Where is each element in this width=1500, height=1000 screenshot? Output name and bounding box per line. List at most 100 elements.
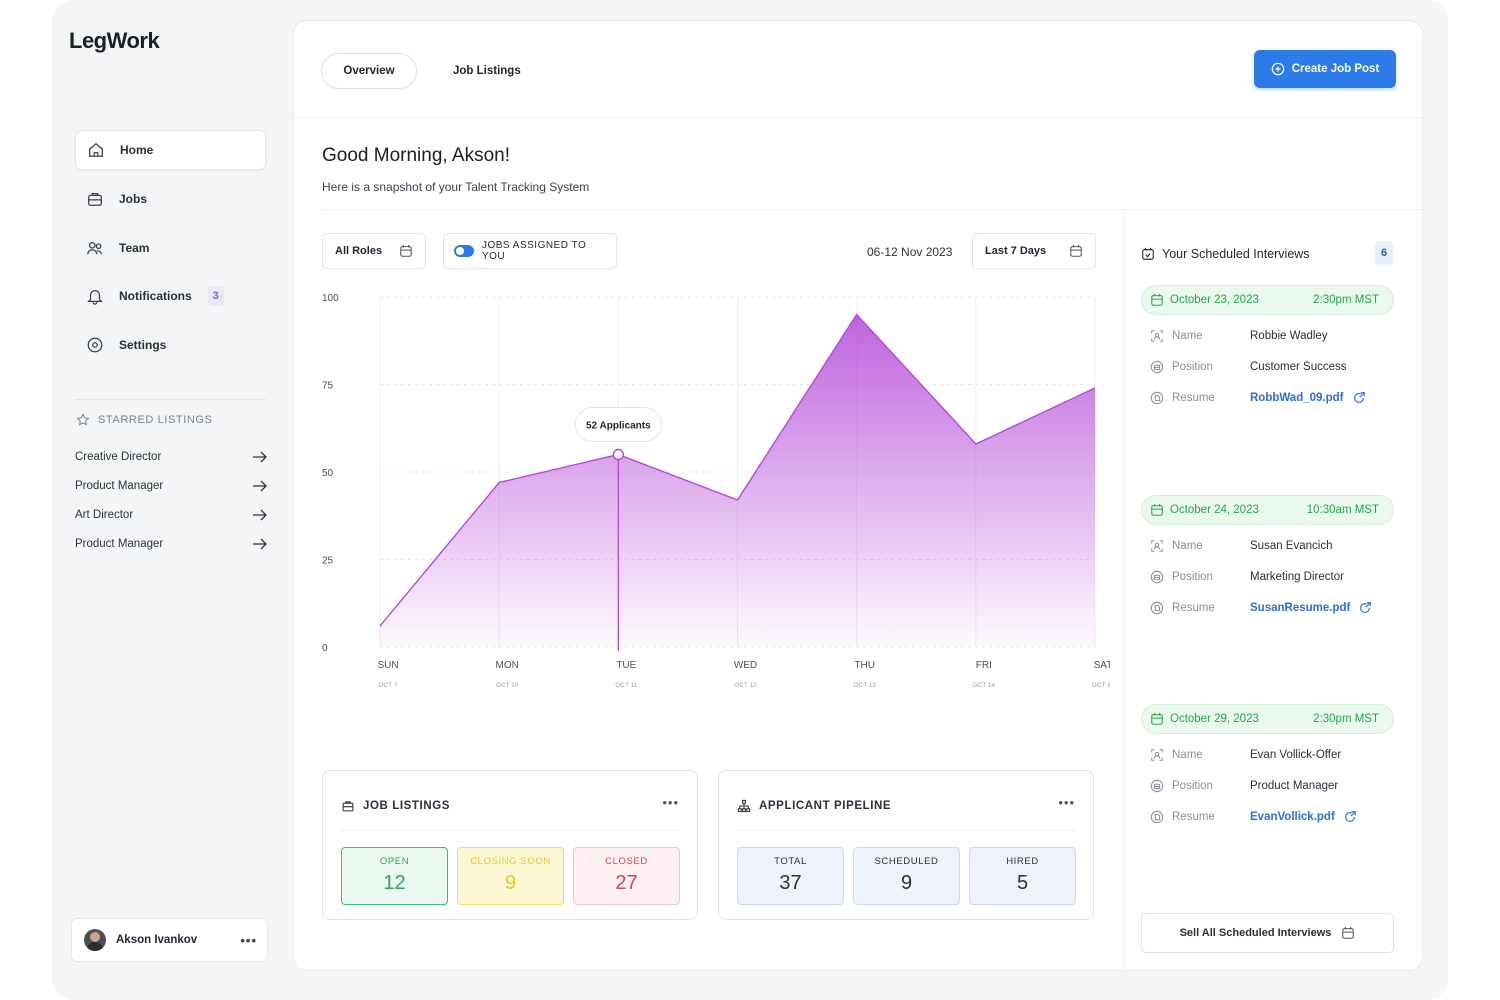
- arrow-right-icon[interactable]: [252, 451, 268, 463]
- interview-time: 2:30pm MST: [1313, 294, 1379, 306]
- interviews-count-badge: 6: [1375, 241, 1393, 265]
- interview-name-row: Name Evan Vollick-Offer: [1150, 748, 1390, 762]
- sidebar-item-jobs[interactable]: Jobs: [75, 179, 266, 219]
- job-listings-heading: JOB LISTINGS: [341, 799, 450, 813]
- tooltip-label: 52 Applicants: [586, 421, 651, 432]
- starred-listing-item[interactable]: Creative Director: [75, 451, 268, 463]
- more-options-icon[interactable]: •••: [662, 795, 679, 810]
- starred-listings-heading: STARRED LISTINGS: [76, 413, 213, 427]
- hired-applicants-stat[interactable]: HIRED 5: [969, 847, 1076, 905]
- x-tick-label: MON: [495, 660, 518, 671]
- calendar-icon: [1070, 244, 1082, 257]
- scheduled-interviews-heading: Your Scheduled Interviews: [1141, 247, 1310, 261]
- external-link-icon[interactable]: [1352, 391, 1366, 405]
- starred-listing-item[interactable]: Product Manager: [75, 538, 268, 550]
- user-scan-icon: [1151, 330, 1163, 342]
- interview-date-pill: October 23, 2023 2:30pm MST: [1141, 285, 1394, 315]
- calendar-check-icon: [1142, 247, 1154, 260]
- x-tick-sublabel: OCT 11: [615, 682, 638, 689]
- field-label: Name: [1150, 329, 1250, 343]
- starred-listing-item[interactable]: Art Director: [75, 509, 268, 521]
- app-logo: LegWork: [69, 28, 160, 53]
- page-subtitle: Here is a snapshot of your Talent Tracki…: [322, 180, 590, 194]
- interview-position-row: Position Customer Success: [1150, 360, 1390, 374]
- sidebar-divider: [75, 399, 266, 400]
- x-tick-label: TUE: [616, 660, 636, 671]
- team-icon: [85, 238, 105, 258]
- field-value: Customer Success: [1250, 361, 1347, 373]
- applicant-pipeline-heading: APPLICANT PIPELINE: [737, 799, 891, 813]
- field-label: Name: [1150, 539, 1250, 553]
- avatar: [84, 929, 106, 951]
- more-options-icon[interactable]: •••: [240, 933, 257, 948]
- field-label: Resume: [1150, 601, 1250, 615]
- interview-resume-row[interactable]: Resume RobbWad_09.pdf: [1150, 391, 1390, 405]
- resume-link[interactable]: SusanResume.pdf: [1250, 601, 1372, 615]
- interview-date: October 24, 2023: [1170, 504, 1259, 516]
- user-scan-icon: [1151, 540, 1163, 552]
- calendar-icon: [400, 244, 412, 257]
- open-jobs-stat[interactable]: OPEN 12: [341, 847, 448, 905]
- interview-time: 10:30am MST: [1306, 504, 1379, 516]
- hierarchy-icon: [737, 799, 751, 813]
- tab-job-listings[interactable]: Job Listings: [453, 53, 521, 89]
- starred-listing-item[interactable]: Product Manager: [75, 480, 268, 492]
- document-icon: [1150, 810, 1164, 824]
- sidebar-item-settings[interactable]: Settings: [75, 325, 266, 365]
- closing-soon-stat[interactable]: CLOSING SOON 9: [457, 847, 564, 905]
- see-all-interviews-button[interactable]: Sell All Scheduled Interviews: [1141, 913, 1394, 953]
- roles-filter-select[interactable]: All Roles: [322, 233, 426, 269]
- x-tick-sublabel: OCT 7: [378, 682, 397, 689]
- jobs-assigned-toggle[interactable]: JOBS ASSIGNED TO YOU: [443, 233, 617, 269]
- field-label: Name: [1150, 748, 1250, 762]
- arrow-right-icon[interactable]: [252, 509, 268, 521]
- closed-jobs-stat[interactable]: CLOSED 27: [573, 847, 680, 905]
- interview-date-pill: October 24, 2023 10:30am MST: [1141, 495, 1394, 525]
- field-label: Resume: [1150, 391, 1250, 405]
- date-range-label: 06-12 Nov 2023: [867, 245, 953, 259]
- field-label: Position: [1150, 360, 1250, 374]
- bell-icon: [85, 286, 105, 306]
- total-applicants-stat[interactable]: TOTAL 37: [737, 847, 844, 905]
- interview-name-row: Name Robbie Wadley: [1150, 329, 1390, 343]
- briefcase-icon: [1150, 570, 1164, 584]
- x-tick-sublabel: OCT 13: [853, 682, 876, 689]
- external-link-icon[interactable]: [1343, 810, 1357, 824]
- arrow-right-icon[interactable]: [252, 538, 268, 550]
- area-chart-svg: 0 25 50 75 100 SUN OCT 7 MON OCT 10 TUE OCT 11 WED O…: [322, 293, 1115, 689]
- period-select[interactable]: Last 7 Days: [972, 233, 1096, 269]
- tab-overview[interactable]: Overview: [321, 53, 417, 89]
- resume-link[interactable]: RobbWad_09.pdf: [1250, 391, 1366, 405]
- toggle-switch[interactable]: [454, 245, 474, 257]
- create-job-post-button[interactable]: Create Job Post: [1254, 50, 1396, 88]
- interview-date: October 29, 2023: [1170, 713, 1259, 725]
- document-icon: [1150, 601, 1164, 615]
- interview-date: October 23, 2023: [1170, 294, 1259, 306]
- interview-resume-row[interactable]: Resume SusanResume.pdf: [1150, 601, 1390, 615]
- interview-resume-row[interactable]: Resume EvanVollick.pdf: [1150, 810, 1390, 824]
- sidebar-item-label: Jobs: [119, 192, 148, 206]
- sidebar-item-label: Team: [119, 241, 150, 255]
- more-options-icon[interactable]: •••: [1058, 795, 1075, 810]
- sidebar-item-team[interactable]: Team: [75, 228, 266, 268]
- sidebar-item-notifications[interactable]: Notifications 3: [75, 276, 266, 316]
- x-tick-label: FRI: [976, 660, 992, 671]
- arrow-right-icon[interactable]: [252, 480, 268, 492]
- user-profile-card[interactable]: Akson Ivankov •••: [71, 918, 268, 962]
- calendar-icon: [1151, 293, 1163, 306]
- sidebar-item-home[interactable]: Home: [75, 130, 266, 170]
- topbar-divider: [293, 117, 1423, 118]
- field-label: Position: [1150, 570, 1250, 584]
- y-tick-label: 100: [322, 293, 339, 304]
- resume-link[interactable]: EvanVollick.pdf: [1250, 810, 1357, 824]
- interview-position-row: Position Product Manager: [1150, 779, 1390, 793]
- applicants-chart: 0 25 50 75 100 SUN OCT 7 MON OCT 10 TUE OCT 11 WED O…: [310, 285, 1115, 705]
- interview-name-row: Name Susan Evancich: [1150, 539, 1390, 553]
- home-icon: [86, 140, 106, 160]
- interview-position-row: Position Marketing Director: [1150, 570, 1390, 584]
- external-link-icon[interactable]: [1358, 601, 1372, 615]
- applicant-pipeline-card: APPLICANT PIPELINE ••• TOTAL 37 SCHEDULE…: [718, 770, 1094, 920]
- field-value: Robbie Wadley: [1250, 330, 1328, 342]
- sidebar-item-label: Home: [120, 143, 154, 157]
- scheduled-applicants-stat[interactable]: SCHEDULED 9: [853, 847, 960, 905]
